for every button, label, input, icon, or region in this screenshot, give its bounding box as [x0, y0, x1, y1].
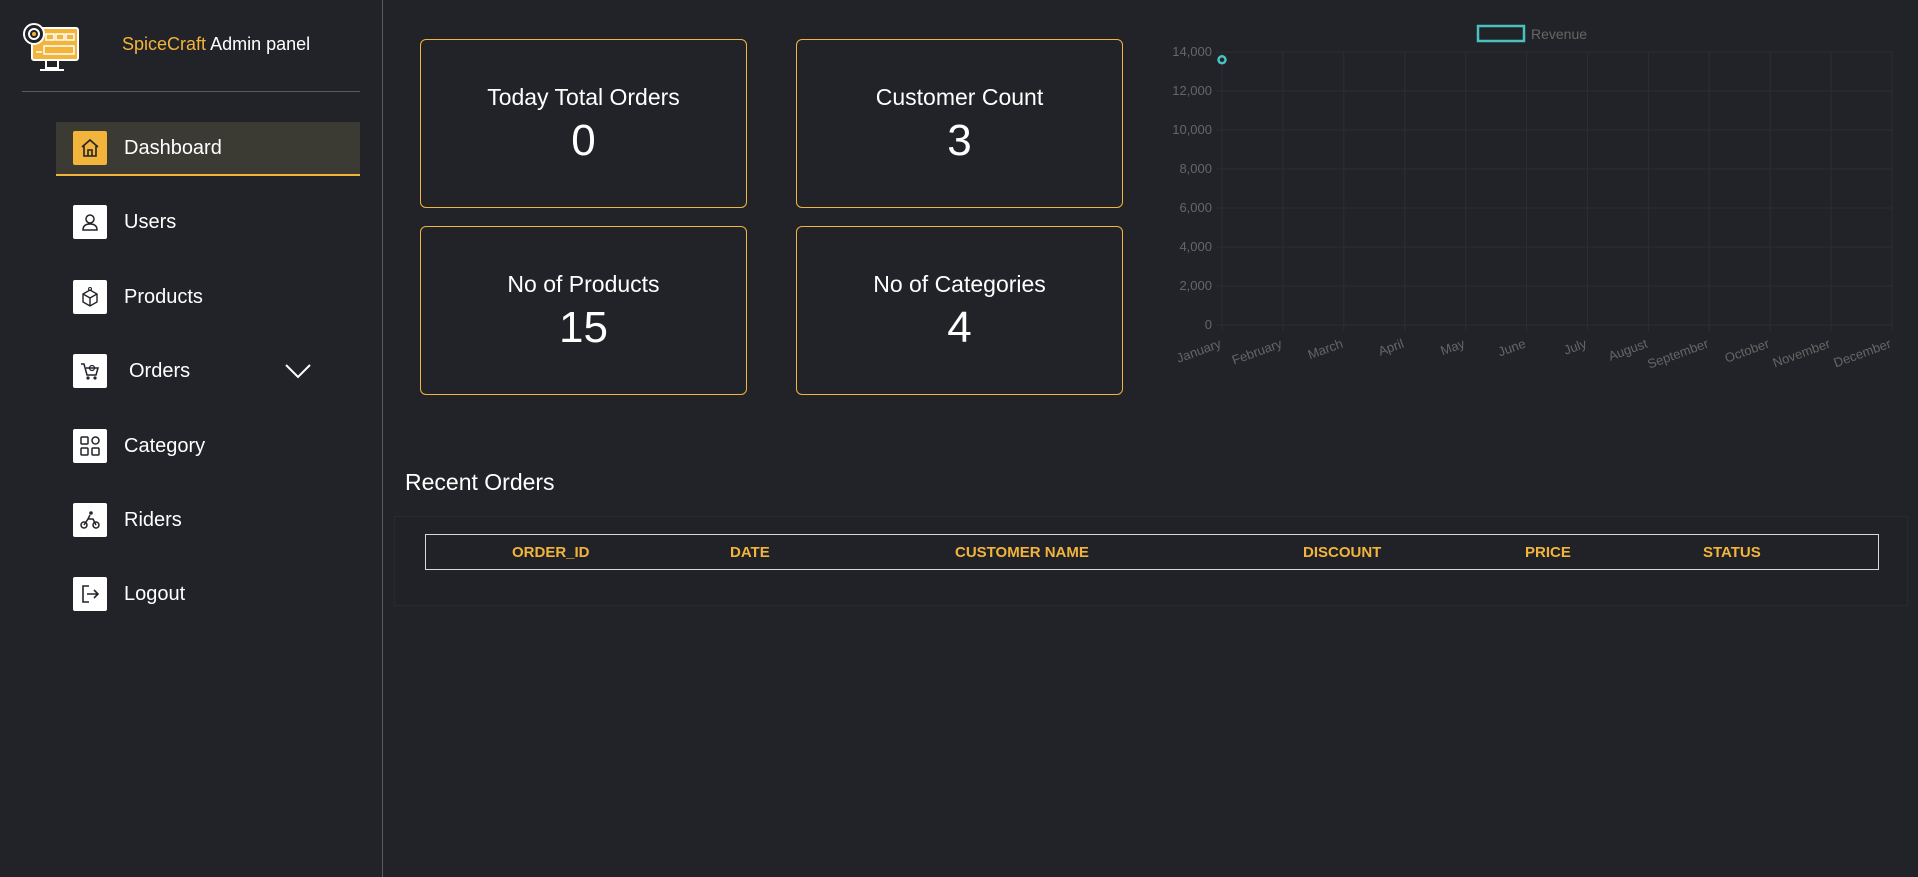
y-tick-label: 12,000	[1172, 83, 1212, 98]
card-title: No of Products	[507, 271, 660, 297]
stat-card-customer-count: Customer Count 3	[796, 39, 1123, 208]
y-tick-label: 6,000	[1179, 200, 1212, 215]
column-header-customer-name[interactable]: CUSTOMER NAME	[955, 544, 1089, 561]
x-tick-label: March	[1306, 336, 1345, 362]
brand-subtitle: Admin panel	[210, 34, 311, 54]
stat-card-categories: No of Categories 4	[796, 226, 1123, 395]
y-tick-label: 8,000	[1179, 161, 1212, 176]
home-icon	[73, 131, 107, 165]
stat-card-products: No of Products 15	[420, 226, 747, 395]
x-tick-label: May	[1438, 336, 1467, 359]
x-tick-label: July	[1562, 336, 1589, 358]
sidebar: SpiceCraft Admin panel Dashboard Users P…	[0, 0, 383, 877]
monitor-gear-logo	[23, 23, 79, 71]
x-tick-label: December	[1832, 335, 1894, 370]
brand-name: SpiceCraft	[122, 34, 207, 54]
user-icon	[73, 205, 107, 239]
sidebar-item-label: Products	[124, 285, 203, 308]
x-tick-label: October	[1723, 335, 1772, 365]
column-header-discount[interactable]: DISCOUNT	[1303, 544, 1381, 561]
chevron-down-icon[interactable]	[284, 359, 312, 383]
recent-orders-title: Recent Orders	[405, 469, 555, 495]
box-icon	[73, 280, 107, 314]
sidebar-item-logout[interactable]: Logout	[56, 567, 360, 621]
x-tick-label: August	[1606, 336, 1650, 364]
y-tick-label: 4,000	[1179, 239, 1212, 254]
sidebar-item-label: Logout	[124, 582, 186, 605]
sidebar-item-label: Category	[124, 434, 206, 457]
recent-orders-table: ORDER_ID DATE CUSTOMER NAME DISCOUNT PRI…	[425, 534, 1879, 570]
card-title: Today Total Orders	[487, 84, 680, 110]
sidebar-item-products[interactable]: Products	[56, 270, 360, 324]
sidebar-item-label: Orders	[129, 359, 191, 382]
brand-title: SpiceCraft Admin panel	[122, 34, 310, 55]
sidebar-item-label: Users	[124, 210, 177, 233]
sidebar-item-label: Dashboard	[124, 136, 222, 159]
x-tick-label: April	[1376, 336, 1406, 359]
stat-card-today-orders: Today Total Orders 0	[420, 39, 747, 208]
revenue-chart: 0 2,000 4,000 6,000 8,000 10,000 12,000 14,000 J…	[1172, 24, 1894, 372]
x-tick-label: January	[1174, 336, 1223, 366]
card-title: No of Categories	[873, 271, 1046, 297]
legend-label: Revenue	[1531, 26, 1587, 42]
grid-icon	[73, 429, 107, 463]
card-value: 15	[559, 303, 608, 352]
recent-orders-panel: ORDER_ID DATE CUSTOMER NAME DISCOUNT PRI…	[394, 516, 1908, 606]
sidebar-item-riders[interactable]: Riders	[56, 493, 360, 547]
rider-icon	[73, 503, 107, 537]
x-tick-label: June	[1496, 336, 1528, 360]
card-value: 0	[571, 116, 596, 165]
sidebar-item-category[interactable]: Category	[56, 419, 360, 473]
sidebar-item-label: Riders	[124, 508, 182, 531]
x-tick-label: November	[1771, 335, 1833, 370]
y-tick-label: 2,000	[1179, 278, 1212, 293]
card-value: 4	[947, 303, 972, 352]
card-title: Customer Count	[875, 84, 1044, 110]
cart-icon	[73, 354, 107, 388]
y-tick-label: 0	[1205, 317, 1212, 332]
column-header-date[interactable]: DATE	[730, 544, 770, 561]
x-tick-label: September	[1645, 335, 1711, 371]
column-header-price[interactable]: PRICE	[1525, 544, 1571, 561]
x-tick-label: February	[1230, 336, 1284, 368]
brand-header: SpiceCraft Admin panel	[22, 18, 360, 92]
y-tick-label: 14,000	[1172, 44, 1212, 59]
sidebar-item-users[interactable]: Users	[56, 195, 360, 249]
column-header-status[interactable]: STATUS	[1703, 544, 1761, 561]
card-value: 3	[947, 116, 972, 165]
y-tick-label: 10,000	[1172, 122, 1212, 137]
legend-swatch	[1476, 24, 1526, 43]
sidebar-item-dashboard[interactable]: Dashboard	[56, 122, 360, 176]
column-header-order-id[interactable]: ORDER_ID	[512, 544, 590, 561]
logout-icon	[73, 577, 107, 611]
sidebar-item-orders[interactable]: Orders	[56, 344, 360, 398]
